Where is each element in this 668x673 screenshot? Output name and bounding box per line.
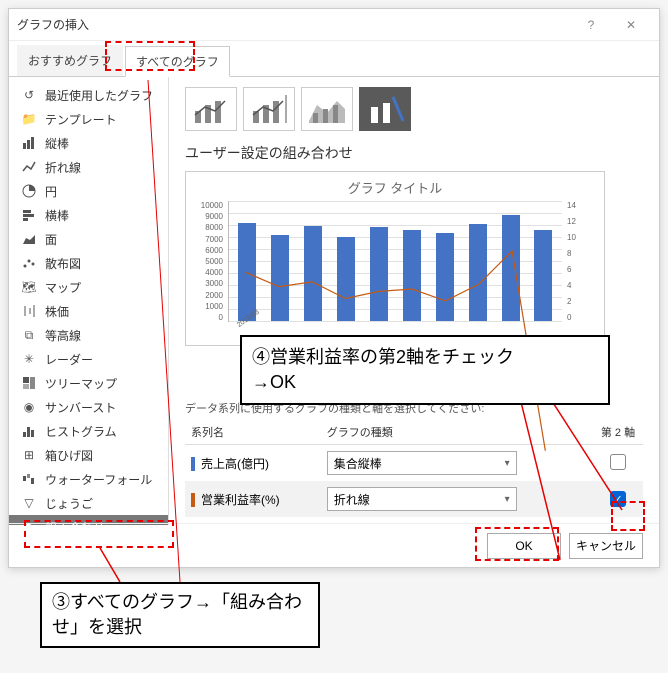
subtype-combo-1[interactable]: [185, 87, 237, 131]
sidebar-item-surface[interactable]: ⧉ 等高線: [9, 323, 168, 347]
bar-chart-icon: [21, 207, 37, 223]
sidebar-item-label: 株価: [45, 303, 69, 320]
sidebar-item-label: レーダー: [45, 351, 93, 368]
sidebar-item-label: 面: [45, 231, 57, 248]
sidebar-item-label: テンプレート: [45, 111, 117, 128]
ok-button[interactable]: OK: [487, 533, 561, 559]
titlebar: グラフの挿入 ? ✕: [9, 9, 659, 41]
series-color-marker: [191, 493, 195, 507]
plot-area: [228, 201, 562, 322]
secondary-axis-checkbox[interactable]: ✓: [610, 491, 626, 507]
chart-title: グラフ タイトル: [194, 178, 596, 197]
tab-bar: おすすめグラフ すべてのグラフ: [9, 41, 659, 77]
pie-chart-icon: [21, 183, 37, 199]
annotation-step3: ③すべてのグラフ→「組み合わせ」を選択: [40, 582, 320, 648]
sidebar-item-label: 円: [45, 183, 57, 200]
line-chart-icon: [21, 159, 37, 175]
waterfall-icon: [21, 471, 37, 487]
undo-icon: ↺: [21, 87, 37, 103]
sidebar-item-treemap[interactable]: ツリーマップ: [9, 371, 168, 395]
dialog-title: グラフの挿入: [17, 16, 571, 33]
sidebar-item-label: 折れ線: [45, 159, 81, 176]
funnel-icon: ▽: [21, 495, 37, 511]
col-secondary-axis: 第 2 軸: [593, 420, 643, 445]
sidebar-item-stock[interactable]: 株価: [9, 299, 168, 323]
sidebar-item-label: 散布図: [45, 255, 81, 272]
sidebar-item-waterfall[interactable]: ウォーターフォール: [9, 467, 168, 491]
sidebar-item-label: ツリーマップ: [45, 375, 117, 392]
histogram-icon: [21, 423, 37, 439]
sidebar-item-label: 等高線: [45, 327, 81, 344]
subtype-combo-3[interactable]: [301, 87, 353, 131]
map-icon: 🗺: [21, 279, 37, 295]
insert-chart-dialog: グラフの挿入 ? ✕ おすすめグラフ すべてのグラフ ↺ 最近使用したグラフ 📁 テ…: [8, 8, 660, 568]
box-whisker-icon: ⊞: [21, 447, 37, 463]
chart-area: 1000090008000700060005000400030002000100…: [194, 201, 596, 336]
sidebar-item-histogram[interactable]: ヒストグラム: [9, 419, 168, 443]
scatter-chart-icon: [21, 255, 37, 271]
sidebar-item-label: 縦棒: [45, 135, 69, 152]
sidebar-item-sunburst[interactable]: ◉ サンバースト: [9, 395, 168, 419]
stock-chart-icon: [21, 303, 37, 319]
sidebar-item-area[interactable]: 面: [9, 227, 168, 251]
sunburst-icon: ◉: [21, 399, 37, 415]
subtype-combo-2[interactable]: [243, 87, 295, 131]
sidebar-item-label: 箱ひげ図: [45, 447, 93, 464]
sidebar-item-label: じょうご: [45, 495, 93, 512]
chart-preview: グラフ タイトル 1000090008000700060005000400030…: [185, 171, 605, 346]
sidebar-item-line[interactable]: 折れ線: [9, 155, 168, 179]
sidebar-item-boxwhisker[interactable]: ⊞ 箱ひげ図: [9, 443, 168, 467]
sidebar-item-map[interactable]: 🗺 マップ: [9, 275, 168, 299]
radar-chart-icon: ✳: [21, 351, 37, 367]
main-panel: ユーザー設定の組み合わせ グラフ タイトル 100009000800070006…: [169, 77, 659, 525]
annotation-step4: ④営業利益率の第2軸をチェック →OK: [240, 335, 610, 405]
section-title: ユーザー設定の組み合わせ: [185, 143, 643, 163]
x-axis: 2015/03: [228, 322, 562, 336]
sidebar-item-label: ウォーターフォール: [45, 471, 152, 488]
sidebar-item-label: マップ: [45, 279, 81, 296]
subtype-selector: [185, 87, 643, 131]
column-chart-icon: [21, 135, 37, 151]
tab-recommended[interactable]: おすすめグラフ: [17, 45, 123, 76]
y-axis-primary: 1000090008000700060005000400030002000100…: [194, 201, 226, 322]
sidebar-item-scatter[interactable]: 散布図: [9, 251, 168, 275]
cancel-button[interactable]: キャンセル: [569, 533, 643, 559]
chart-type-sidebar: ↺ 最近使用したグラフ 📁 テンプレート 縦棒 折れ線 円 横棒 面 散布図 🗺 マッ…: [9, 77, 169, 525]
secondary-axis-checkbox[interactable]: [610, 454, 626, 470]
sidebar-item-label: 横棒: [45, 207, 69, 224]
sidebar-item-label: 最近使用したグラフ: [45, 87, 153, 104]
help-icon[interactable]: ?: [571, 11, 611, 39]
surface-chart-icon: ⧉: [21, 327, 37, 343]
folder-icon: 📁: [21, 111, 37, 127]
sidebar-item-template[interactable]: 📁 テンプレート: [9, 107, 168, 131]
tab-all-charts[interactable]: すべてのグラフ: [125, 46, 230, 77]
sidebar-item-bar[interactable]: 横棒: [9, 203, 168, 227]
close-icon[interactable]: ✕: [611, 11, 651, 39]
sidebar-item-pie[interactable]: 円: [9, 179, 168, 203]
sidebar-item-label: ヒストグラム: [45, 423, 117, 440]
sidebar-item-recent[interactable]: ↺ 最近使用したグラフ: [9, 83, 168, 107]
sidebar-item-label: サンバースト: [45, 399, 116, 416]
area-chart-icon: [21, 231, 37, 247]
y-axis-secondary: 14121086420: [564, 201, 596, 322]
treemap-icon: [21, 375, 37, 391]
dialog-footer: OK キャンセル: [9, 523, 659, 567]
sidebar-item-column[interactable]: 縦棒: [9, 131, 168, 155]
subtype-combo-4[interactable]: [359, 87, 411, 131]
sidebar-item-radar[interactable]: ✳ レーダー: [9, 347, 168, 371]
sidebar-item-funnel[interactable]: ▽ じょうご: [9, 491, 168, 515]
series-color-marker: [191, 457, 195, 471]
